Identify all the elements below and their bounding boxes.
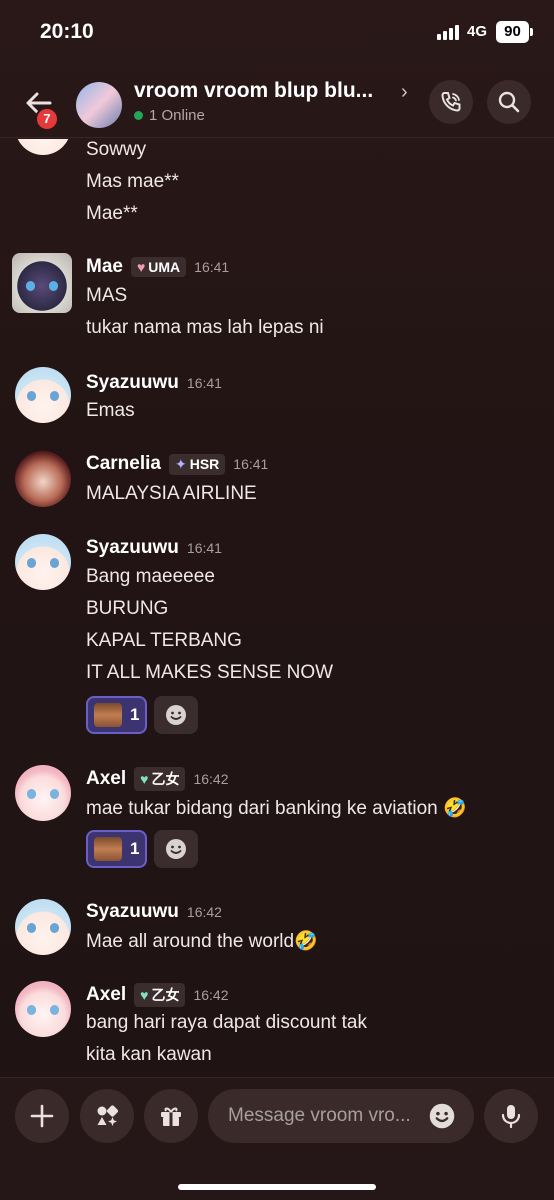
apps-icon bbox=[97, 1105, 119, 1126]
avatar[interactable] bbox=[15, 367, 71, 423]
message-line: tukar nama mas lah lepas ni bbox=[86, 317, 324, 338]
chat-header: 7 vroom vroom blup blu... › 1 Online bbox=[0, 66, 554, 138]
server-tag[interactable]: ✦ HSR bbox=[168, 453, 226, 475]
timestamp: 16:41 bbox=[186, 540, 222, 556]
message-header: Carnelia ✦ HSR 16:41 bbox=[86, 453, 268, 475]
timestamp: 16:41 bbox=[233, 456, 269, 472]
avatar[interactable] bbox=[15, 451, 71, 507]
timestamp: 16:42 bbox=[186, 904, 222, 920]
message-placeholder: Message vroom vro... bbox=[228, 1105, 411, 1126]
heart-icon: ♥ bbox=[140, 987, 149, 1003]
smiley-icon bbox=[166, 839, 186, 859]
online-dot-icon bbox=[134, 111, 143, 120]
message-line: BURUNG bbox=[86, 598, 169, 619]
avatar[interactable] bbox=[15, 765, 71, 821]
timestamp: 16:41 bbox=[186, 375, 222, 391]
message-line: Bang maeeeee bbox=[86, 566, 215, 587]
voice-button[interactable] bbox=[484, 1089, 538, 1143]
message-line: Sowwy bbox=[86, 139, 147, 160]
search-button[interactable] bbox=[487, 80, 531, 124]
home-indicator[interactable] bbox=[178, 1184, 376, 1190]
add-reaction-button[interactable] bbox=[154, 830, 198, 868]
battery-icon: 90 bbox=[496, 21, 529, 43]
online-status: 1 Online bbox=[134, 107, 205, 124]
message-header: Axel ♥ 乙女 16:42 bbox=[86, 983, 229, 1007]
group-title[interactable]: vroom vroom blup blu... bbox=[134, 79, 389, 103]
gift-button[interactable] bbox=[144, 1089, 198, 1143]
message-line: KAPAL TERBANG bbox=[86, 630, 242, 651]
message-header: Syazuuwu 16:42 bbox=[86, 901, 222, 923]
message-header: Mae ♥ UMA 16:41 bbox=[86, 256, 229, 278]
server-tag[interactable]: ♥ 乙女 bbox=[134, 767, 186, 791]
chevron-right-icon[interactable]: › bbox=[401, 81, 408, 104]
unread-badge: 7 bbox=[35, 107, 59, 131]
author-name[interactable]: Carnelia bbox=[86, 453, 161, 475]
add-reaction-button[interactable] bbox=[154, 696, 198, 734]
avatar[interactable] bbox=[12, 253, 72, 313]
message-line: Mas mae** bbox=[86, 171, 179, 192]
author-name[interactable]: Axel bbox=[86, 768, 126, 790]
reaction-chip[interactable]: 1 bbox=[86, 830, 147, 868]
author-name[interactable]: Mae bbox=[86, 256, 123, 278]
heart-icon: ♥ bbox=[136, 259, 146, 275]
reaction-count: 1 bbox=[130, 839, 140, 858]
author-name[interactable]: Axel bbox=[86, 984, 126, 1006]
avatar[interactable] bbox=[15, 534, 71, 590]
author-name[interactable]: Syazuuwu bbox=[86, 537, 179, 559]
message-line: Mae** bbox=[86, 203, 138, 224]
status-bar: 20:10 4G 90 bbox=[0, 0, 554, 66]
message-list[interactable]: Sowwy Mas mae** Mae** Mae ♥ UMA 16:41 MAS… bbox=[0, 139, 554, 1077]
status-time: 20:10 bbox=[40, 20, 94, 43]
reaction-count: 1 bbox=[130, 705, 140, 724]
gift-icon bbox=[161, 1107, 181, 1126]
online-count: 1 Online bbox=[149, 107, 205, 124]
server-tag[interactable]: ♥ UMA bbox=[130, 257, 187, 277]
timestamp: 16:42 bbox=[193, 987, 229, 1003]
group-avatar[interactable] bbox=[76, 82, 122, 128]
microphone-icon bbox=[501, 1105, 521, 1129]
avatar[interactable] bbox=[15, 139, 71, 155]
search-icon bbox=[498, 91, 520, 113]
server-tag[interactable]: ♥ 乙女 bbox=[134, 983, 186, 1007]
apps-button[interactable] bbox=[80, 1089, 134, 1143]
message-composer: Message vroom vro... bbox=[0, 1077, 554, 1200]
message-header: Syazuuwu 16:41 bbox=[86, 537, 222, 559]
message-line: MAS bbox=[86, 285, 128, 306]
message-line: IT ALL MAKES SENSE NOW bbox=[86, 662, 334, 683]
timestamp: 16:42 bbox=[193, 771, 229, 787]
message-header: Axel ♥ 乙女 16:42 bbox=[86, 767, 229, 791]
custom-emoji-icon bbox=[94, 703, 122, 727]
smiley-icon bbox=[166, 705, 186, 725]
message-line: MALAYSIA AIRLINE bbox=[86, 483, 257, 504]
attach-button[interactable] bbox=[15, 1089, 69, 1143]
emoji-button[interactable] bbox=[428, 1102, 456, 1135]
message-header: Syazuuwu 16:41 bbox=[86, 372, 222, 394]
reaction-chip[interactable]: 1 bbox=[86, 696, 147, 734]
message-input[interactable]: Message vroom vro... bbox=[208, 1089, 474, 1143]
call-button[interactable] bbox=[429, 80, 473, 124]
author-name[interactable]: Syazuuwu bbox=[86, 372, 179, 394]
sparkle-icon: ✦ bbox=[174, 455, 187, 472]
smiley-icon bbox=[429, 1103, 455, 1129]
avatar[interactable] bbox=[15, 899, 71, 955]
message-line: bang hari raya dapat discount tak bbox=[86, 1012, 367, 1033]
network-label: 4G bbox=[467, 23, 488, 40]
timestamp: 16:41 bbox=[194, 259, 230, 275]
heart-icon: ♥ bbox=[140, 771, 149, 787]
message-line: kita kan kawan bbox=[86, 1044, 212, 1065]
message-line: Emas bbox=[86, 400, 135, 421]
message-line: mae tukar bidang dari banking ke aviatio… bbox=[86, 798, 467, 819]
call-icon bbox=[441, 92, 461, 112]
message-line: Mae all around the world🤣 bbox=[86, 931, 318, 952]
author-name[interactable]: Syazuuwu bbox=[86, 901, 179, 923]
battery-tip bbox=[530, 28, 533, 36]
plus-icon bbox=[30, 1104, 54, 1128]
signal-icon bbox=[437, 25, 459, 40]
avatar[interactable] bbox=[15, 981, 71, 1037]
custom-emoji-icon bbox=[94, 837, 122, 861]
